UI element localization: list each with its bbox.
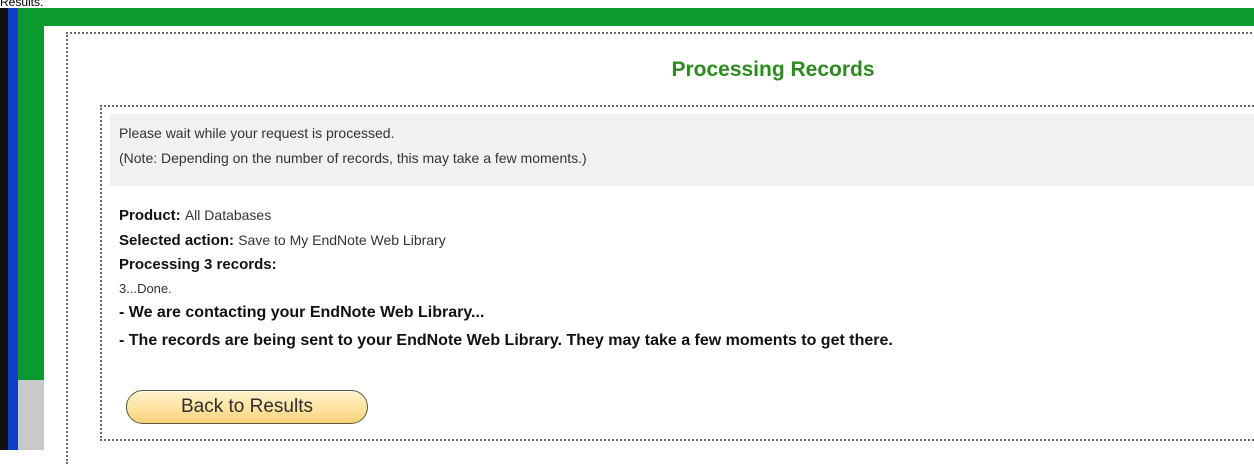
product-value: All Databases bbox=[184, 207, 272, 223]
action-value: Save to My EndNote Web Library bbox=[238, 232, 446, 248]
action-row: Selected action: Save to My EndNote Web … bbox=[119, 232, 446, 249]
processing-label: Processing 3 records: bbox=[119, 256, 277, 273]
action-label: Selected action: bbox=[119, 232, 235, 249]
status-sending: - The records are being sent to your End… bbox=[119, 332, 893, 349]
note-message: (Note: Depending on the number of record… bbox=[119, 150, 587, 166]
processing-row: Processing 3 records: bbox=[119, 256, 277, 273]
product-row: Product: All Databases bbox=[119, 207, 271, 224]
wait-message: Please wait while your request is proces… bbox=[119, 125, 395, 141]
page-title: Processing Records bbox=[671, 58, 875, 81]
back-to-results-button[interactable]: Back to Results bbox=[126, 390, 368, 424]
progress-text: 3...Done. bbox=[119, 281, 172, 296]
status-contacting: - We are contacting your EndNote Web Lib… bbox=[119, 304, 485, 321]
product-label: Product: bbox=[119, 207, 181, 224]
